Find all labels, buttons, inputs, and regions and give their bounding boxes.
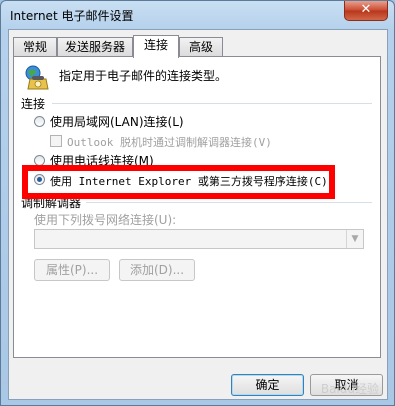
section-divider [52, 103, 372, 104]
section-divider [86, 202, 372, 203]
tab-outgoing-server[interactable]: 发送服务器 [57, 37, 133, 56]
dialup-network-select[interactable]: ▼ [34, 229, 364, 249]
dialup-network-label: 使用下列拨号网络连接(U): [34, 213, 177, 227]
phone-globe-icon [25, 65, 49, 90]
tab-general[interactable]: 常规 [13, 37, 57, 56]
ie-dialer-radio[interactable] [34, 174, 45, 185]
modem-section-label: 调制解调器 [21, 196, 82, 210]
tab-advanced[interactable]: 高级 [179, 37, 223, 56]
lan-option-label[interactable]: 使用局域网(LAN)连接(L) [50, 113, 184, 130]
lan-radio[interactable] [34, 116, 45, 127]
phone-line-option-label[interactable]: 使用电话线连接(M) [50, 152, 154, 169]
add-button[interactable]: 添加(D)... [119, 259, 195, 281]
close-button[interactable]: ✕ [344, 1, 388, 21]
connection-description: 指定用于电子邮件的连接类型。 [59, 69, 228, 83]
ie-dialer-option-label[interactable]: 使用 Internet Explorer 或第三方拨号程序连接(C) [50, 173, 328, 189]
connection-tab-panel: 指定用于电子邮件的连接类型。 连接 使用局域网(LAN)连接(L) Outloo… [13, 56, 381, 358]
offline-modem-checkbox[interactable] [50, 135, 62, 147]
window-title: Internet 电子邮件设置 [10, 9, 134, 23]
title-bar[interactable]: Internet 电子邮件设置 ✕ [1, 1, 394, 29]
offline-modem-label: Outlook 脱机时通过调制解调器连接(V) [67, 136, 272, 149]
properties-button[interactable]: 属性(P)... [34, 259, 110, 281]
chevron-down-icon[interactable]: ▼ [346, 230, 363, 248]
tab-connection[interactable]: 连接 [133, 35, 179, 58]
ok-button[interactable]: 确定 [231, 374, 304, 396]
connection-section-label: 连接 [21, 97, 46, 111]
dialog-client-area: 常规 发送服务器 连接 高级 指定用于电子邮件的连接类型。 连接 使用局域网(L… [8, 29, 388, 400]
dialog-window: Internet 电子邮件设置 ✕ 常规 发送服务器 连接 高级 指定用于电子邮… [0, 0, 395, 406]
phone-line-radio[interactable] [34, 155, 45, 166]
watermark: Baidu经验 [320, 382, 379, 396]
